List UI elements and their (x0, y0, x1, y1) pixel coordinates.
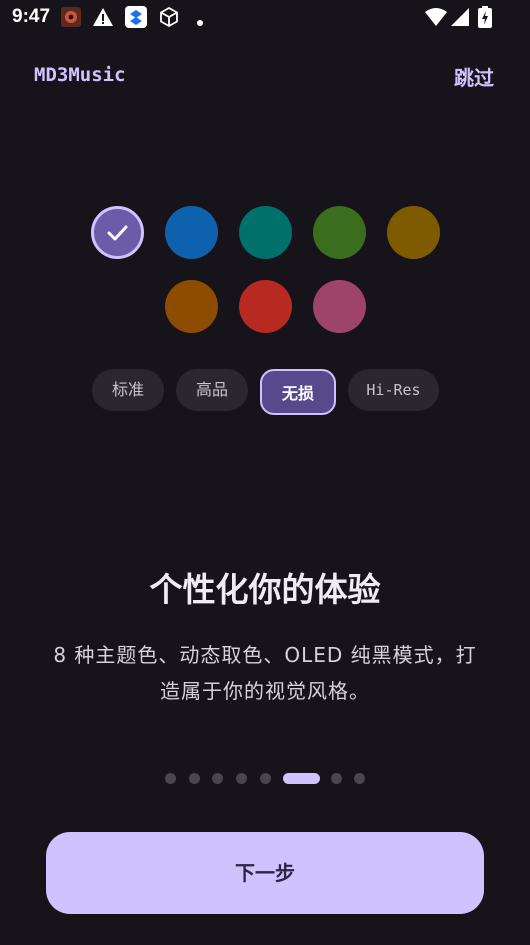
battery-icon (478, 6, 492, 28)
theme-color-swatch[interactable] (313, 206, 366, 259)
theme-color-swatch[interactable] (165, 206, 218, 259)
page-dot[interactable] (331, 773, 342, 784)
theme-color-swatch[interactable] (165, 280, 218, 333)
status-bar: 9:47 (0, 0, 530, 36)
theme-color-swatch[interactable] (313, 280, 366, 333)
wifi-icon (424, 6, 447, 28)
quality-chip-standard[interactable]: 标准 (92, 369, 164, 411)
page-dot[interactable] (189, 773, 200, 784)
cube-icon (158, 6, 180, 28)
onboarding-headline: 个性化你的体验 (149, 570, 381, 609)
theme-color-swatch[interactable] (239, 206, 292, 259)
page-dot-active[interactable] (283, 773, 320, 784)
warning-icon (92, 6, 114, 28)
quality-chip-lossless[interactable]: 无损 (260, 369, 336, 415)
page-dot[interactable] (354, 773, 365, 784)
page-dot[interactable] (212, 773, 223, 784)
dot-icon (196, 12, 204, 26)
onboarding-description: 8 种主题色、动态取色、OLED 纯黑模式，打造属于你的视觉风格。 (53, 643, 477, 703)
skip-button[interactable]: 跳过 (454, 62, 494, 91)
app-title: MD3Music (34, 64, 126, 86)
check-icon (94, 209, 141, 260)
signal-icon (450, 6, 472, 28)
theme-color-swatch[interactable] (91, 206, 144, 259)
status-time: 9:47 (12, 6, 51, 27)
bug-app-icon (60, 6, 82, 28)
next-step-button[interactable]: 下一步 (46, 832, 484, 914)
theme-color-swatch[interactable] (387, 206, 440, 259)
theme-color-swatch[interactable] (239, 280, 292, 333)
page-dot[interactable] (165, 773, 176, 784)
page-dot[interactable] (260, 773, 271, 784)
dropbox-icon (125, 6, 147, 28)
quality-chip-high[interactable]: 高品 (176, 369, 248, 411)
quality-chip-hires[interactable]: Hi-Res (348, 369, 439, 411)
page-dot[interactable] (236, 773, 247, 784)
